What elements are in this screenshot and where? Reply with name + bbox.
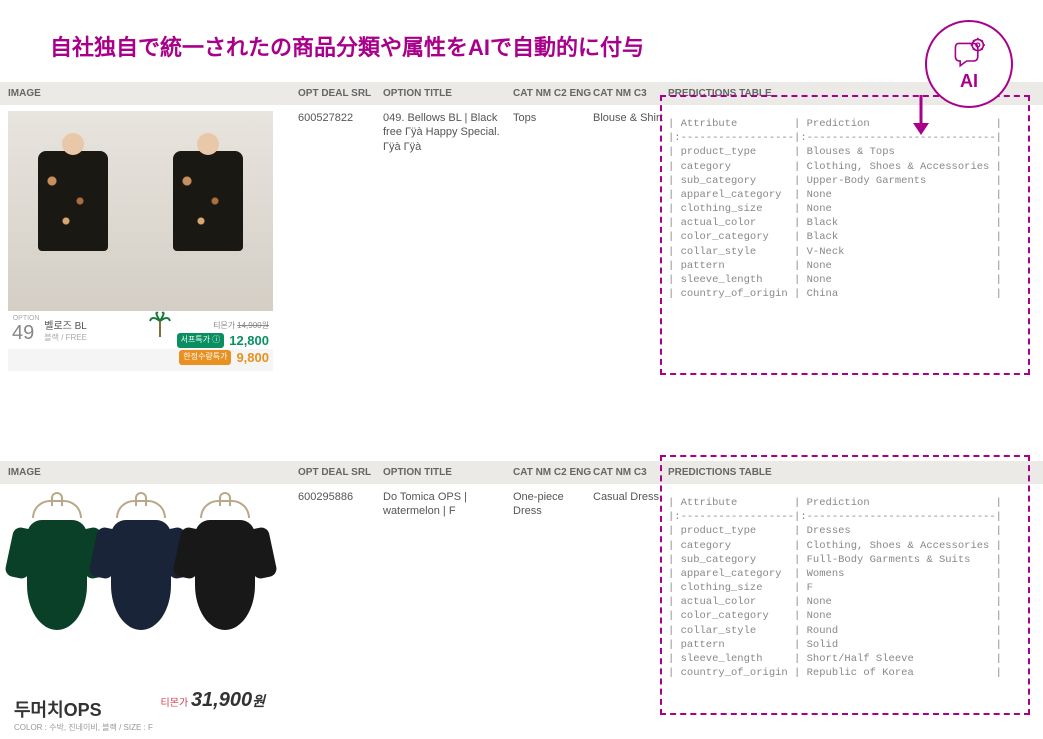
price-label: 티몬가 bbox=[161, 698, 189, 709]
col-predictions: PREDICTIONS TABLE bbox=[668, 467, 1035, 478]
col-cat-c2: CAT NM C2 ENG bbox=[513, 88, 593, 99]
ai-head-gear-icon bbox=[949, 37, 989, 69]
palm-tree-icon bbox=[148, 307, 172, 337]
sale-badge: 서프특가 ⓘ bbox=[177, 333, 225, 348]
col-opt-deal-srl: OPT DEAL SRL bbox=[298, 467, 383, 478]
cat-c3-value: Blouse & Shirt bbox=[593, 111, 668, 125]
product-name: 벨로즈 BL bbox=[44, 317, 87, 332]
col-image: IMAGE bbox=[8, 88, 298, 99]
list-price-label: 티몬가 bbox=[213, 320, 235, 331]
cat-c2-value: Tops bbox=[513, 111, 593, 125]
product-image: 두머치OPS COLOR : 수박, 진네이비, 블랙 / SIZE : F 티… bbox=[8, 490, 273, 720]
product-image: OPTION 49 벨로즈 BL 블랙 / FREE 티몬가 14,900원 서… bbox=[8, 111, 273, 371]
col-cat-c3: CAT NM C3 bbox=[593, 467, 668, 478]
product-table-1: IMAGE OPT DEAL SRL OPTION TITLE CAT NM C… bbox=[0, 82, 1043, 381]
price-value: 31,900 bbox=[191, 689, 252, 711]
col-cat-c2: CAT NM C2 ENG bbox=[513, 467, 593, 478]
product-variant: COLOR : 수박, 진네이비, 블랙 / SIZE : F bbox=[14, 722, 267, 733]
ai-badge: AI bbox=[925, 20, 1013, 108]
product-table-2: IMAGE OPT DEAL SRL OPTION TITLE CAT NM C… bbox=[0, 461, 1043, 730]
col-opt-deal-srl: OPT DEAL SRL bbox=[298, 88, 383, 99]
opt-deal-srl-value: 600295886 bbox=[298, 490, 383, 504]
ai-badge-label: AI bbox=[960, 71, 978, 92]
dress-black bbox=[184, 500, 266, 650]
table-row: OPTION 49 벨로즈 BL 블랙 / FREE 티몬가 14,900원 서… bbox=[0, 105, 1043, 381]
dress-green bbox=[16, 500, 98, 650]
limited-price: 9,800 bbox=[236, 350, 269, 365]
arrow-down-icon bbox=[909, 95, 933, 135]
col-cat-c3: CAT NM C3 bbox=[593, 88, 668, 99]
table-header: IMAGE OPT DEAL SRL OPTION TITLE CAT NM C… bbox=[0, 461, 1043, 484]
price-badges: 티몬가 14,900원 서프특가 ⓘ 12,800 한정수량특가 9,800 bbox=[177, 320, 269, 367]
col-image: IMAGE bbox=[8, 467, 298, 478]
price-currency: 원 bbox=[252, 693, 265, 709]
option-title-value: Do Tomica OPS | watermelon | F bbox=[383, 490, 513, 519]
cat-c3-value: Casual Dress bbox=[593, 490, 668, 504]
option-number: 49 bbox=[12, 322, 34, 345]
headline: 自社独自で統一されたの商品分類や属性をAIで自動的に付与 bbox=[0, 0, 1043, 82]
option-prefix: OPTION bbox=[13, 315, 40, 322]
sale-price: 12,800 bbox=[229, 333, 269, 348]
cat-c2-value: One-piece Dress bbox=[513, 490, 593, 519]
list-price: 14,900원 bbox=[237, 320, 269, 331]
opt-deal-srl-value: 600527822 bbox=[298, 111, 383, 125]
table-header: IMAGE OPT DEAL SRL OPTION TITLE CAT NM C… bbox=[0, 82, 1043, 105]
col-option-title: OPTION TITLE bbox=[383, 88, 513, 99]
limited-badge: 한정수량특가 bbox=[179, 350, 231, 365]
price-block: 티몬가 31,900원 bbox=[161, 689, 265, 712]
col-option-title: OPTION TITLE bbox=[383, 467, 513, 478]
product-variant: 블랙 / FREE bbox=[44, 332, 87, 343]
predictions-table-content: | Attribute | Prediction | |:-----------… bbox=[668, 111, 1035, 307]
option-title-value: 049. Bellows BL | Black free Гÿà Happy S… bbox=[383, 111, 513, 154]
predictions-table-content: | Attribute | Prediction | |:-----------… bbox=[668, 490, 1035, 686]
table-row: 두머치OPS COLOR : 수박, 진네이비, 블랙 / SIZE : F 티… bbox=[0, 484, 1043, 730]
dress-navy bbox=[100, 500, 182, 650]
